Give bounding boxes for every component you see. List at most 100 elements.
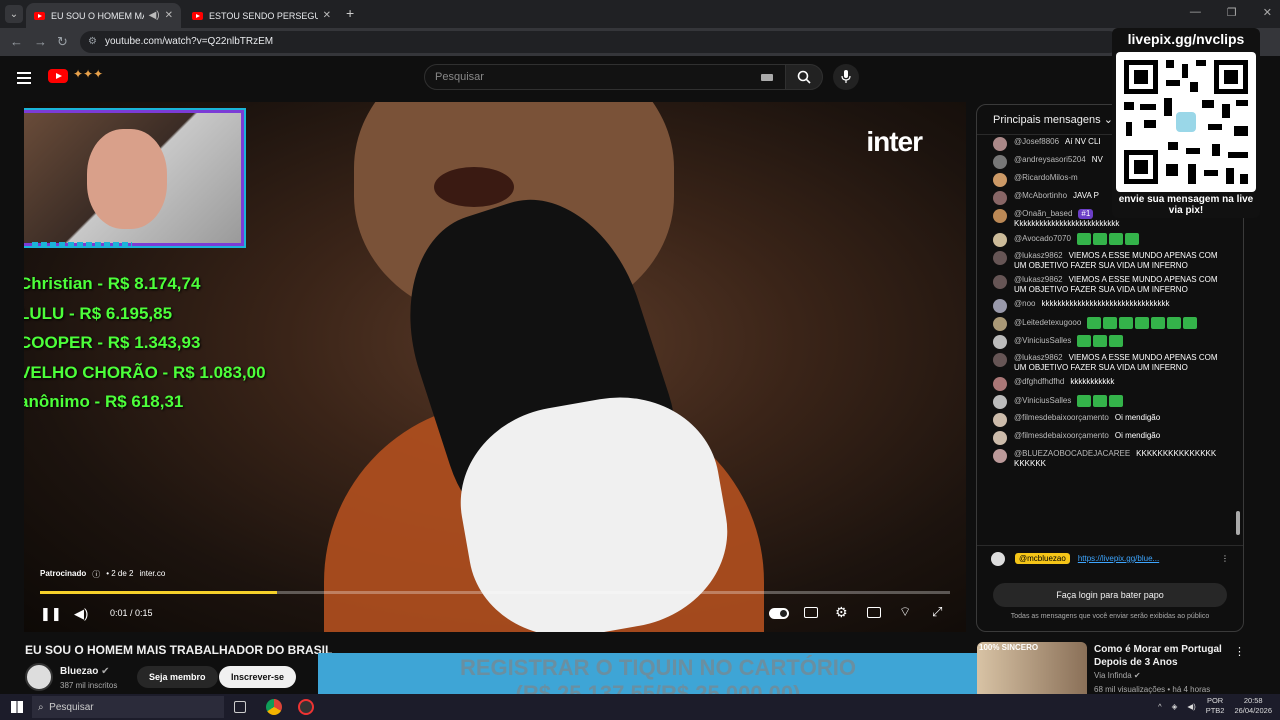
chat-author[interactable]: @Onaãn_based: [1014, 209, 1072, 218]
tray-chevron-icon[interactable]: ^: [1158, 702, 1162, 711]
tab-close-icon[interactable]: ✕: [323, 10, 331, 21]
autoplay-toggle[interactable]: [769, 608, 789, 619]
search-button[interactable]: [785, 64, 823, 90]
chat-author[interactable]: @ViniciusSalles: [1014, 336, 1071, 345]
more-options-icon[interactable]: ⋮: [1221, 554, 1229, 563]
chat-author[interactable]: @lukasz9862: [1014, 353, 1063, 362]
chat-avatar[interactable]: [993, 251, 1007, 265]
tab-active[interactable]: EU SOU O HOMEM MAIS TRABALHADOR DO BRASI…: [26, 3, 181, 28]
rank-badge: #1: [1078, 209, 1094, 219]
back-icon[interactable]: ←: [10, 34, 23, 49]
speaker-icon[interactable]: ◀): [149, 10, 160, 21]
youtube-header: ✦✦✦: [0, 56, 1280, 102]
keyboard-icon[interactable]: [761, 74, 773, 81]
minimize-icon[interactable]: —: [1190, 6, 1201, 19]
chat-avatar[interactable]: [993, 335, 1007, 349]
new-tab-icon[interactable]: +: [346, 5, 354, 21]
doodle-icon[interactable]: ✦✦✦: [73, 67, 103, 81]
theater-mode-icon[interactable]: [867, 607, 881, 618]
keyboard-language[interactable]: POR PTB2: [1206, 696, 1225, 716]
chat-message: @filmesdebaixoorçamento Oi mendigão: [977, 429, 1237, 447]
url-field[interactable]: ⚙ youtube.com/watch?v=Q22nlbTRzEM: [80, 31, 1120, 53]
recommended-channel[interactable]: Via Infinda ✔: [1094, 671, 1141, 680]
subtitles-icon[interactable]: [804, 607, 818, 618]
emote-icon: [1092, 233, 1107, 245]
info-icon[interactable]: ⓘ: [92, 569, 100, 580]
emote-icon: [1108, 233, 1123, 245]
chat-author[interactable]: @andreysasori5204: [1014, 155, 1086, 164]
chat-author[interactable]: @RicardoMilos-m: [1014, 173, 1078, 182]
search-input[interactable]: [425, 65, 745, 89]
channel-name[interactable]: Bluezao ✔: [60, 666, 110, 677]
cast-icon[interactable]: ⌔: [899, 604, 911, 620]
join-button[interactable]: Seja membro: [137, 666, 218, 688]
chat-avatar[interactable]: [993, 353, 1007, 367]
streamer-webcam: [24, 110, 244, 246]
window-close-icon[interactable]: ✕: [1263, 6, 1272, 19]
video-frame-mouth: [434, 167, 514, 207]
chat-avatar[interactable]: [993, 377, 1007, 391]
chrome-icon[interactable]: [266, 699, 282, 715]
chat-message: @Avocado7070: [977, 231, 1237, 249]
chat-author[interactable]: @filmesdebaixoorçamento: [1014, 413, 1109, 422]
chat-author[interactable]: @lukasz9862: [1014, 275, 1063, 284]
pinned-link[interactable]: https://livepix.gg/blue...: [1078, 554, 1159, 563]
chat-author[interactable]: @BLUEZAOBOCADEJACAREE: [1014, 449, 1130, 458]
login-to-chat-button[interactable]: Faça login para bater papo: [993, 583, 1227, 607]
menu-icon[interactable]: [17, 72, 31, 87]
voice-search-button[interactable]: [833, 64, 859, 90]
network-icon[interactable]: ◈: [1172, 702, 1178, 711]
subscribe-button[interactable]: Inscrever-se: [219, 666, 297, 688]
volume-icon[interactable]: ◀): [74, 606, 88, 622]
recommendation-menu-icon[interactable]: ⋮: [1234, 645, 1245, 658]
tab-search-icon[interactable]: ⌄: [5, 5, 23, 23]
chat-avatar[interactable]: [993, 299, 1007, 313]
recommended-channel-name: Via Infinda: [1094, 671, 1132, 680]
fullscreen-icon[interactable]: ⤢: [932, 604, 942, 620]
inter-brand-logo: inter: [866, 126, 923, 157]
clock[interactable]: 20:58 26/04/2026: [1234, 696, 1272, 716]
tab-second[interactable]: ESTOU SENDO PERSEGUIDO PELA ✕: [184, 3, 339, 28]
chat-avatar[interactable]: [993, 209, 1007, 223]
chat-avatar[interactable]: [993, 317, 1007, 331]
ad-domain-link[interactable]: inter.co: [140, 569, 166, 580]
chat-author[interactable]: @lukasz9862: [1014, 251, 1063, 260]
chat-avatar[interactable]: [993, 173, 1007, 187]
chat-author[interactable]: @Josef8806: [1014, 137, 1059, 146]
channel-avatar[interactable]: [25, 663, 53, 691]
chat-scrollbar[interactable]: [1236, 511, 1240, 535]
chat-author[interactable]: @dfghdfhdfhd: [1014, 377, 1064, 386]
obs-icon[interactable]: [298, 699, 314, 715]
chat-avatar[interactable]: [993, 413, 1007, 427]
chat-avatar[interactable]: [993, 155, 1007, 169]
chat-author[interactable]: @filmesdebaixoorçamento: [1014, 431, 1109, 440]
maximize-icon[interactable]: ❐: [1227, 6, 1237, 19]
site-info-icon[interactable]: ⚙: [88, 36, 97, 47]
chat-avatar[interactable]: [993, 275, 1007, 289]
settings-icon[interactable]: ⚙: [835, 604, 848, 621]
chat-avatar[interactable]: [993, 431, 1007, 445]
video-player[interactable]: inter Christian - R$ 8.174,74 LULU - R$ …: [24, 102, 966, 632]
chat-author[interactable]: @Avocado7070: [1014, 234, 1071, 243]
speaker-icon[interactable]: ◀): [1187, 702, 1195, 711]
progress-bar[interactable]: [40, 591, 950, 594]
chat-author[interactable]: @McAbortinho: [1014, 191, 1067, 200]
emote-icon: [1077, 335, 1092, 347]
youtube-logo[interactable]: [48, 69, 68, 83]
taskbar-search[interactable]: ⌕ Pesquisar: [32, 696, 224, 718]
forward-icon[interactable]: →: [34, 34, 47, 49]
chat-avatar[interactable]: [993, 395, 1007, 409]
task-view-icon[interactable]: [234, 701, 246, 713]
chat-avatar[interactable]: [993, 449, 1007, 463]
recommended-video-title[interactable]: Como é Morar em Portugal Depois de 3 Ano…: [1094, 643, 1224, 669]
windows-start-icon[interactable]: [11, 701, 23, 713]
chat-avatar[interactable]: [993, 191, 1007, 205]
tab-close-icon[interactable]: ✕: [165, 10, 173, 21]
chat-author[interactable]: @ViniciusSalles: [1014, 396, 1071, 405]
chat-author[interactable]: @noo: [1014, 299, 1035, 308]
pause-icon[interactable]: ❚❚: [40, 606, 62, 622]
chat-author[interactable]: @Leitedetexugooo: [1014, 318, 1081, 327]
chat-avatar[interactable]: [993, 233, 1007, 247]
chat-avatar[interactable]: [993, 137, 1007, 151]
reload-icon[interactable]: ↻: [57, 34, 68, 50]
